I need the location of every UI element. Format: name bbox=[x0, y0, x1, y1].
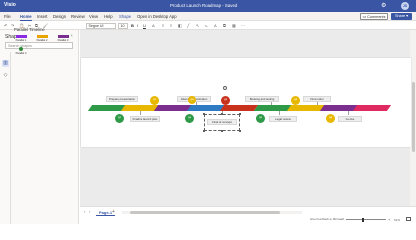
stencil-rail: ▥ ◇ bbox=[0, 52, 11, 224]
stencil-shape-label: Parallel 1 bbox=[15, 38, 27, 42]
tab-shape[interactable]: Shape bbox=[119, 14, 131, 19]
ribbon-toolbar: ↶ ↷ 📋 ✂ ⧉ 🖌 Segoe UI 10 B I U A ≡ ≡ ◧ ╱ … bbox=[0, 21, 416, 30]
stencil-shape-label: Parallel 3 bbox=[57, 38, 69, 42]
milestone-marker[interactable]: Q4 bbox=[326, 114, 335, 123]
resize-handle[interactable] bbox=[203, 129, 206, 132]
comments-button[interactable]: ▭ Comments bbox=[360, 13, 388, 20]
font-name-select[interactable]: Segoe UI bbox=[86, 22, 116, 29]
comments-label: Comments bbox=[367, 15, 386, 19]
title-bar: Visio Product Launch Roadmap - Saved ⚙ J… bbox=[0, 0, 416, 12]
horizontal-scroll-thumb[interactable] bbox=[130, 211, 280, 214]
timeline-band-segment[interactable] bbox=[319, 105, 358, 111]
pointer-tool-icon[interactable]: ↖ bbox=[196, 23, 199, 28]
bold-icon[interactable]: B bbox=[131, 23, 134, 28]
underline-icon[interactable]: U bbox=[143, 23, 146, 28]
italic-icon[interactable]: I bbox=[137, 23, 138, 28]
fit-to-window-icon[interactable] bbox=[406, 217, 411, 221]
stencil-timeline-icon[interactable]: ▥ bbox=[2, 60, 9, 67]
line-icon[interactable]: ╱ bbox=[187, 23, 189, 28]
connector-icon[interactable]: ⤷ bbox=[205, 23, 207, 28]
milestone-callout[interactable]: Final order bbox=[303, 96, 331, 102]
stencil-shape[interactable]: Parallel 2 bbox=[35, 35, 49, 42]
milestone-callout[interactable]: Prepare presentation bbox=[106, 96, 138, 102]
stencil-shape-label: Parallel 2 bbox=[36, 38, 48, 42]
menu-bar: File Home Insert Design Review View Help… bbox=[0, 12, 416, 21]
milestone-marker[interactable]: Q2 bbox=[221, 96, 230, 105]
chevron-down-icon: ▾ bbox=[406, 14, 409, 18]
resize-handle[interactable] bbox=[238, 113, 241, 116]
stencil-shape-label: Parallel 4 bbox=[15, 52, 27, 55]
zoom-level[interactable]: 61% bbox=[394, 218, 400, 222]
text-tool-icon[interactable]: A bbox=[214, 23, 217, 28]
tab-design[interactable]: Design bbox=[53, 14, 66, 19]
milestone-marker[interactable]: Q2 bbox=[185, 114, 194, 123]
drawing-page[interactable] bbox=[81, 58, 411, 147]
settings-icon[interactable]: ⚙ bbox=[381, 2, 386, 9]
tab-view[interactable]: View bbox=[89, 14, 98, 19]
connector-line bbox=[348, 111, 349, 115]
resize-handle[interactable] bbox=[221, 113, 224, 116]
status-bar bbox=[80, 206, 416, 224]
timeline-band-segment[interactable] bbox=[220, 105, 259, 111]
avatar[interactable]: JS bbox=[401, 2, 409, 10]
milestone-callout[interactable]: Legal review bbox=[269, 116, 297, 122]
font-color-icon[interactable]: A bbox=[152, 23, 155, 28]
tab-insert[interactable]: Insert bbox=[37, 14, 47, 19]
tab-help[interactable]: Help bbox=[104, 14, 113, 19]
collapse-panel-icon[interactable]: ‹ bbox=[71, 33, 73, 39]
milestone-marker[interactable]: Q1 bbox=[115, 114, 124, 123]
resize-handle[interactable] bbox=[238, 129, 241, 132]
rotate-handle-icon[interactable] bbox=[223, 86, 227, 90]
timeline-band-segment[interactable] bbox=[352, 105, 391, 111]
align-left-icon[interactable]: ≡ bbox=[162, 23, 164, 28]
more-options-icon[interactable]: ⋯ bbox=[241, 23, 245, 28]
stencil-shape[interactable]: Parallel 1 bbox=[14, 35, 28, 42]
open-in-desktop-app-link[interactable]: Open in Desktop App bbox=[137, 14, 177, 19]
zoom-slider[interactable] bbox=[346, 219, 386, 220]
arrange-icon[interactable]: ⧉ bbox=[223, 23, 226, 28]
zoom-in-icon[interactable]: + bbox=[388, 217, 390, 222]
selection-box bbox=[204, 114, 240, 131]
zoom-out-icon[interactable]: − bbox=[340, 217, 342, 222]
align-center-icon[interactable]: ≡ bbox=[170, 23, 172, 28]
stencil-shape[interactable]: Parallel 4 bbox=[14, 47, 28, 55]
timeline-band-segment[interactable] bbox=[253, 105, 292, 111]
previous-page-icon[interactable]: ‹ bbox=[84, 209, 85, 214]
resize-handle[interactable] bbox=[203, 113, 206, 116]
stencil-basic-shapes-icon[interactable]: ◇ bbox=[2, 72, 9, 79]
next-page-icon[interactable]: › bbox=[89, 209, 90, 214]
shapes-panel: Shapes ‹ Search shapes ▥ ◇ bbox=[0, 30, 79, 224]
milestone-marker[interactable]: Q3 bbox=[291, 96, 300, 105]
milestone-marker[interactable]: Q3 bbox=[256, 114, 265, 123]
stencil-shape[interactable]: Parallel 3 bbox=[56, 35, 70, 42]
app-name: Visio bbox=[4, 2, 16, 8]
milestone-callout[interactable]: Go live bbox=[338, 116, 362, 122]
milestone-marker[interactable]: Q1 bbox=[150, 96, 159, 105]
connector-line bbox=[279, 111, 280, 115]
font-size-select[interactable]: 10 bbox=[118, 22, 128, 29]
position-icon[interactable]: ▦ bbox=[232, 23, 236, 28]
vertical-scroll-thumb[interactable] bbox=[411, 82, 415, 152]
share-button[interactable]: Share ▾ bbox=[391, 13, 412, 20]
comment-icon: ▭ bbox=[362, 15, 367, 19]
tab-file[interactable]: File bbox=[4, 14, 11, 19]
zoom-slider-thumb[interactable] bbox=[362, 217, 364, 222]
connector-line bbox=[140, 111, 141, 115]
fill-icon[interactable]: ◧ bbox=[178, 23, 182, 28]
tab-home[interactable]: Home bbox=[20, 14, 32, 21]
feedback-link[interactable]: Give Feedback to Microsoft bbox=[310, 217, 344, 221]
tab-review[interactable]: Review bbox=[71, 14, 85, 19]
milestone-marker[interactable]: Q4 bbox=[188, 96, 196, 104]
undo-icon[interactable]: ↶ bbox=[4, 23, 7, 28]
milestone-callout[interactable]: Booking and testing bbox=[245, 96, 279, 102]
add-page-icon[interactable]: + bbox=[112, 209, 115, 215]
resize-handle[interactable] bbox=[221, 129, 224, 132]
timeline-band-segment[interactable] bbox=[286, 105, 325, 111]
share-label: Share bbox=[394, 14, 406, 18]
stencil-title: Parallel Timeline bbox=[14, 27, 45, 32]
document-title[interactable]: Product Launch Roadmap - Saved bbox=[170, 3, 237, 8]
milestone-callout[interactable]: Finalize launch plan bbox=[130, 116, 160, 122]
